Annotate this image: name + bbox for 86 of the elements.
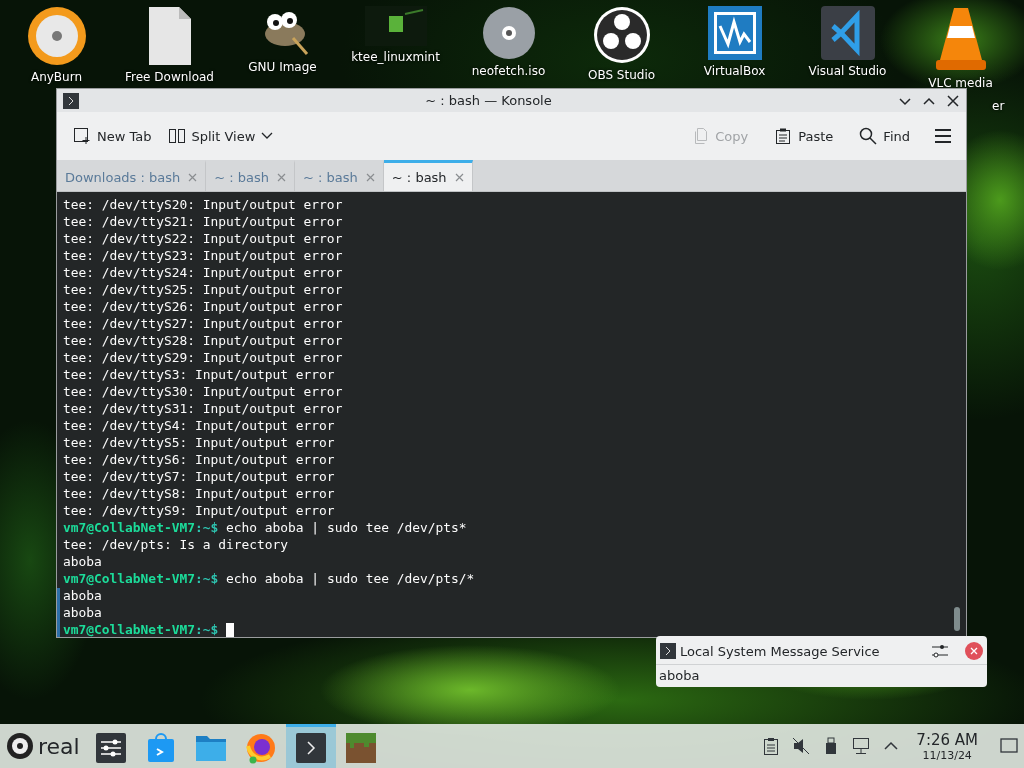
desktop-icon-label[interactable]: er xyxy=(992,99,1005,113)
taskbar-app-button[interactable] xyxy=(285,724,336,768)
command-text: echo aboba | sudo tee /dev/pts/* xyxy=(225,571,475,588)
terminal-icon xyxy=(295,732,326,763)
prompt-user: vm7@CollabNet-VM7 xyxy=(63,571,195,588)
desktop-icon-label[interactable]: neofetch.iso xyxy=(471,64,546,78)
folder-icon xyxy=(194,733,227,762)
clock[interactable]: 7:26 AM 11/13/24 xyxy=(916,730,978,762)
menu-icon[interactable] xyxy=(934,128,952,144)
output-line: tee: /dev/ttyS22: Input/output error xyxy=(63,231,343,248)
output-line: tee: /dev/ttyS5: Input/output error xyxy=(63,435,335,452)
terminal-area[interactable] xyxy=(57,192,966,637)
network-icon[interactable] xyxy=(852,737,871,755)
chevron-down-icon xyxy=(261,132,274,140)
window-title: ~ : bash — Konsole xyxy=(424,93,553,108)
output-line: aboba xyxy=(63,605,102,622)
scrollbar-handle[interactable] xyxy=(954,607,960,631)
command-text: echo aboba | sudo tee /dev/pts* xyxy=(225,520,467,537)
output-line: tee: /dev/ttyS4: Input/output error xyxy=(63,418,335,435)
split-view-icon xyxy=(167,127,186,145)
desktop-icon-label[interactable]: AnyBurn xyxy=(30,70,83,84)
tab[interactable]: ~ : bash xyxy=(383,160,473,191)
terminal-icon xyxy=(660,643,676,659)
notification-body: aboba xyxy=(658,667,701,685)
prompt-user: vm7@CollabNet-VM7 xyxy=(63,520,195,537)
shopping-bag-icon xyxy=(146,732,175,763)
output-line: aboba xyxy=(63,588,102,605)
close-icon[interactable] xyxy=(946,93,960,108)
prompt-path: :~$ xyxy=(194,520,219,537)
code-editor-icon xyxy=(820,6,875,60)
start-menu-button[interactable]: real xyxy=(0,724,86,768)
desktop-icon-label[interactable]: Free Download xyxy=(125,70,214,84)
terminal-icon xyxy=(63,92,79,109)
desktop-icon-label[interactable]: OBS Studio xyxy=(587,68,656,82)
output-line: tee: /dev/pts: Is a directory xyxy=(63,537,289,554)
paste-button[interactable]: Paste xyxy=(768,123,840,149)
recording-logo-icon xyxy=(592,6,651,64)
search-icon xyxy=(859,127,878,145)
desktop-icon-label[interactable]: VLC media xyxy=(928,76,993,90)
clock-date: 11/13/24 xyxy=(922,748,972,762)
burning-disc-icon xyxy=(26,6,87,66)
output-line: tee: /dev/ttyS20: Input/output error xyxy=(63,197,343,214)
prompt-path: :~$ xyxy=(194,571,219,588)
muted-speaker-icon[interactable] xyxy=(792,737,811,755)
waveform-box-icon xyxy=(707,6,762,60)
desktop-icon-label[interactable]: ktee_linuxmint xyxy=(351,50,440,64)
prompt-path: :~$ xyxy=(194,622,219,637)
caret-up-icon[interactable] xyxy=(884,741,899,751)
output-line: tee: /dev/ttyS6: Input/output error xyxy=(63,452,335,469)
clock-time: 7:26 AM xyxy=(916,730,978,749)
new-tab-icon xyxy=(73,127,91,145)
desktop-icon-label[interactable]: GNU Image xyxy=(248,60,317,74)
output-line: tee: /dev/ttyS8: Input/output error xyxy=(63,486,335,503)
clipboard-icon xyxy=(774,127,793,145)
output-line: tee: /dev/ttyS26: Input/output error xyxy=(63,299,343,316)
desktop-icon-label[interactable]: Visual Studio xyxy=(808,64,887,78)
fox-globe-icon xyxy=(244,731,277,764)
output-line: tee: /dev/ttyS30: Input/output error xyxy=(63,384,343,401)
output-line: tee: /dev/ttyS7: Input/output error xyxy=(63,469,335,486)
output-line: tee: /dev/ttyS31: Input/output error xyxy=(63,401,343,418)
traffic-cone-icon xyxy=(935,6,986,72)
clipboard-icon[interactable] xyxy=(763,737,780,755)
output-line: tee: /dev/ttyS9: Input/output error xyxy=(63,503,335,520)
notification-title: Local System Message Service xyxy=(680,643,881,659)
image-thumbnail-icon xyxy=(364,6,427,46)
split-button[interactable]: Split View xyxy=(161,123,280,149)
output-line: tee: /dev/ttyS24: Input/output error xyxy=(63,265,343,282)
output-line: tee: /dev/ttyS28: Input/output error xyxy=(63,333,343,350)
prompt-user: vm7@CollabNet-VM7 xyxy=(63,622,195,637)
sliders-icon xyxy=(95,732,126,763)
output-line: aboba xyxy=(63,554,102,571)
show-desktop-icon[interactable] xyxy=(1000,738,1018,754)
disc-icon xyxy=(481,6,536,60)
find-button[interactable]: Find xyxy=(853,123,916,149)
app-launcher-icon xyxy=(6,732,34,760)
grass-block-icon xyxy=(345,732,376,763)
output-line: tee: /dev/ttyS23: Input/output error xyxy=(63,248,343,265)
output-line: tee: /dev/ttyS27: Input/output error xyxy=(63,316,343,333)
output-line: tee: /dev/ttyS25: Input/output error xyxy=(63,282,343,299)
usb-drive-icon[interactable] xyxy=(825,737,838,755)
output-line: tee: /dev/ttyS21: Input/output error xyxy=(63,214,343,231)
desktop-icon-label[interactable]: VirtualBox xyxy=(703,64,766,78)
output-line: tee: /dev/ttyS3: Input/output error xyxy=(63,367,335,384)
new-tab-button[interactable]: New Tab xyxy=(67,123,158,149)
output-line: tee: /dev/ttyS29: Input/output error xyxy=(63,350,343,367)
settings-icon[interactable] xyxy=(931,642,949,660)
